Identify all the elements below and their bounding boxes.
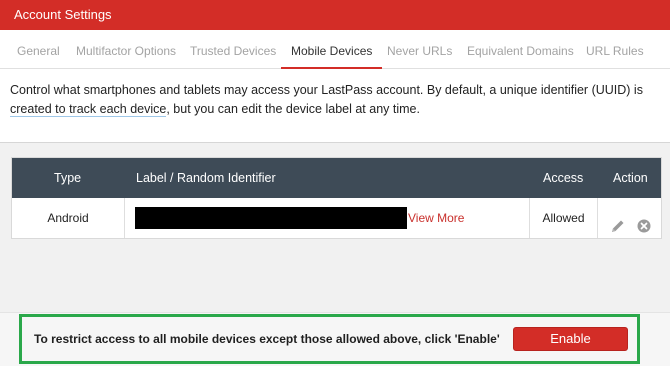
header-bar: Account Settings bbox=[0, 0, 670, 30]
description-line-1: Control what smartphones and tablets may… bbox=[10, 83, 643, 97]
description-line-2-rest: , but you can edit the device label at a… bbox=[166, 102, 420, 116]
access-cell: Allowed bbox=[529, 198, 597, 238]
tab-url-rules[interactable]: URL Rules bbox=[586, 30, 644, 68]
tab-general[interactable]: General bbox=[17, 30, 60, 68]
view-more-link[interactable]: View More bbox=[408, 198, 464, 238]
device-type-cell: Android bbox=[12, 198, 124, 238]
table-header: Type Label / Random Identifier Access Ac… bbox=[12, 158, 661, 198]
restrict-access-text: To restrict access to all mobile devices… bbox=[34, 332, 500, 346]
column-header-type: Type bbox=[54, 171, 82, 185]
tab-multifactor-options[interactable]: Multifactor Options bbox=[76, 30, 176, 68]
pencil-icon[interactable] bbox=[610, 210, 626, 232]
close-circle-icon[interactable] bbox=[636, 210, 652, 233]
enable-button[interactable]: Enable bbox=[513, 327, 628, 351]
tab-trusted-devices[interactable]: Trusted Devices bbox=[190, 30, 276, 68]
restrict-access-panel: To restrict access to all mobile devices… bbox=[19, 314, 640, 364]
column-header-access: Access bbox=[543, 171, 584, 185]
action-cell bbox=[597, 198, 661, 238]
tab-never-urls[interactable]: Never URLs bbox=[387, 30, 452, 68]
column-header-action: Action bbox=[613, 171, 648, 185]
tab-mobile-devices[interactable]: Mobile Devices bbox=[281, 30, 383, 69]
tab-equivalent-domains[interactable]: Equivalent Domains bbox=[467, 30, 574, 68]
device-label-cell: View More bbox=[124, 198, 529, 238]
description-underlined-text: created to track each device bbox=[10, 102, 167, 117]
description-line-2: created to track each device, but you ca… bbox=[10, 100, 660, 119]
device-type: Android bbox=[47, 211, 89, 225]
mobile-devices-description: Control what smartphones and tablets may… bbox=[0, 69, 670, 143]
mobile-devices-table: Type Label / Random Identifier Access Ac… bbox=[11, 157, 662, 239]
access-status: Allowed bbox=[542, 211, 585, 225]
settings-tabs: General Multifactor Options Trusted Devi… bbox=[0, 30, 670, 69]
column-header-label: Label / Random Identifier bbox=[136, 171, 276, 185]
redacted-device-identifier bbox=[135, 207, 407, 229]
page-title: Account Settings bbox=[14, 7, 112, 22]
account-settings-page: Account Settings General Multifactor Opt… bbox=[0, 0, 670, 366]
table-row: Android View More Allowed bbox=[12, 198, 661, 238]
